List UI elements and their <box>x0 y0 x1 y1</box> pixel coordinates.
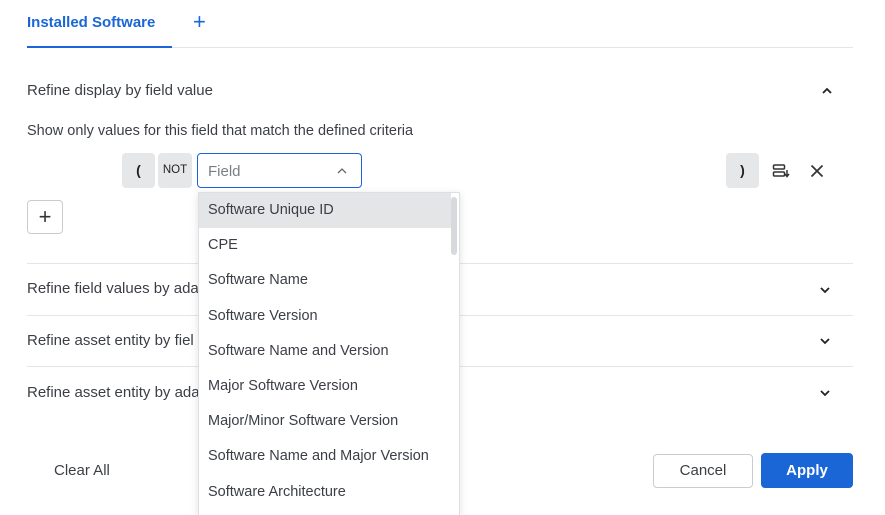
criteria-description: Show only values for this field that mat… <box>27 123 414 139</box>
dropdown-option[interactable]: Software Architecture <box>199 475 451 510</box>
chevron-up-icon[interactable] <box>821 85 833 97</box>
dropdown-scrollbar[interactable] <box>449 193 459 515</box>
cancel-button[interactable]: Cancel <box>653 454 753 488</box>
clear-all-button[interactable]: Clear All <box>54 462 110 479</box>
dropdown-option[interactable]: Major/Minor Software Version <box>199 404 451 439</box>
dropdown-option[interactable]: Software Name <box>199 263 451 298</box>
dropdown-option[interactable]: CPE <box>199 228 451 263</box>
dropdown-option[interactable]: Software Unique ID <box>199 193 451 229</box>
apply-button[interactable]: Apply <box>761 453 853 488</box>
chevron-up-icon <box>337 168 347 174</box>
dropdown-option[interactable]: Software Name and Version <box>199 334 451 369</box>
add-tab-button[interactable]: + <box>193 10 206 34</box>
query-wizard: Installed Software + Refine display by f… <box>0 0 885 515</box>
close-paren-button[interactable]: ) <box>726 153 759 188</box>
section-title: Refine asset entity by fiel <box>27 332 194 349</box>
chevron-down-icon[interactable] <box>819 284 831 296</box>
dropdown-option[interactable]: Major Software Version <box>199 369 451 404</box>
open-paren-button[interactable]: ( <box>122 153 155 188</box>
field-placeholder: Field <box>208 163 241 180</box>
nested-condition-icon[interactable] <box>772 162 790 180</box>
section-title: Refine asset entity by ada <box>27 384 200 401</box>
add-condition-button[interactable]: + <box>27 200 63 234</box>
tab-installed-software[interactable]: Installed Software <box>27 0 172 48</box>
section-title: Refine field values by ada <box>27 280 199 297</box>
field-dropdown: Software Unique ID CPE Software Name Sof… <box>198 192 460 515</box>
field-select[interactable]: Field <box>197 153 362 188</box>
dropdown-option[interactable]: Software Version <box>199 299 451 334</box>
chevron-down-icon[interactable] <box>819 335 831 347</box>
not-toggle-button[interactable]: NOT <box>158 153 192 188</box>
tab-bar: Installed Software + <box>27 0 853 48</box>
dropdown-option[interactable]: Software Name and Major Version <box>199 439 451 474</box>
close-icon[interactable] <box>808 162 826 180</box>
scrollbar-thumb[interactable] <box>451 197 457 255</box>
chevron-down-icon[interactable] <box>819 387 831 399</box>
section-refine-display[interactable]: Refine display by field value <box>27 82 853 99</box>
section-title: Refine display by field value <box>27 82 213 99</box>
